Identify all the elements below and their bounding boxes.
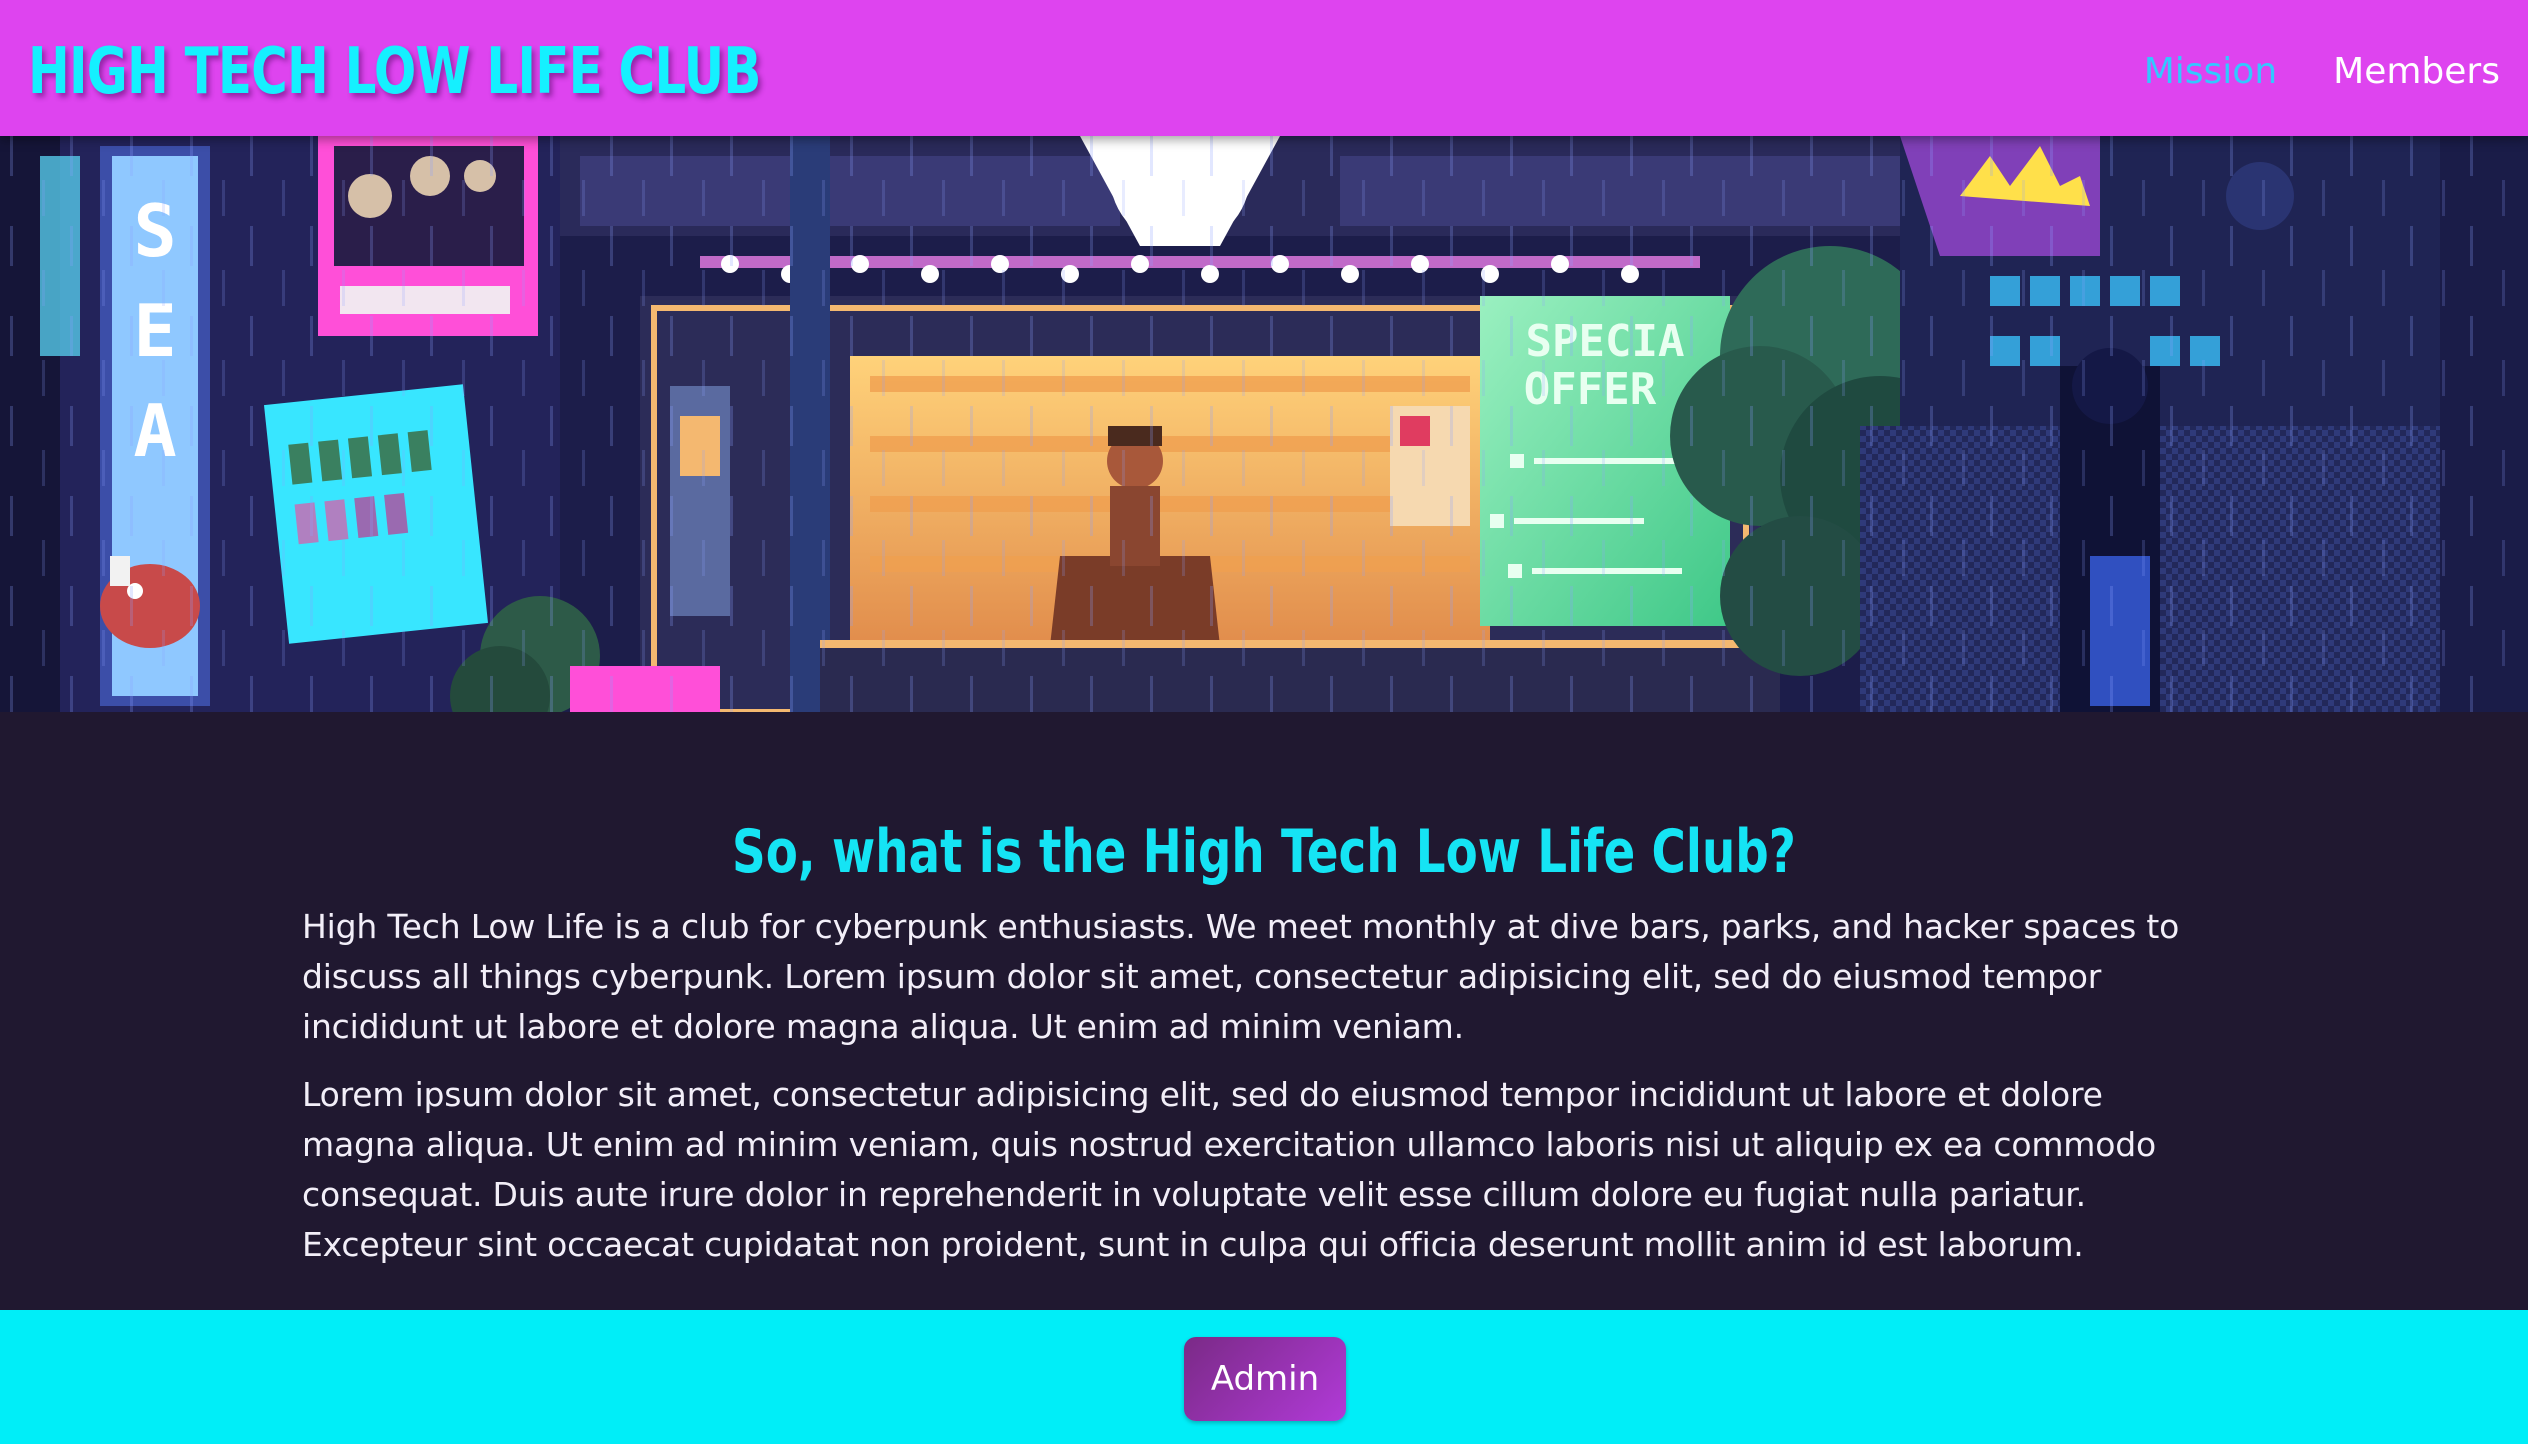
main-nav: Mission Members [2144,44,2500,100]
body-paragraph: Lorem ipsum dolor sit amet, consectetur … [302,1075,2156,1264]
site-title[interactable]: HIGH TECH LOW LIFE CLUB [28,24,761,120]
site-header: HIGH TECH LOW LIFE CLUB Mission Members [0,0,2528,136]
section-heading-text: So, what is the High Tech Low Life Club? [732,817,1796,887]
nav-link-mission[interactable]: Mission [2144,44,2277,100]
hero-image: S E A [0,136,2528,712]
main-content: So, what is the High Tech Low Life Club?… [0,712,2528,1310]
nav-link-members[interactable]: Members [2333,44,2500,100]
cyberpunk-street-scene: S E A [0,136,2528,712]
section-heading: So, what is the High Tech Low Life Club? [0,812,2528,892]
intro-paragraph: High Tech Low Life is a club for cyberpu… [302,907,2180,1046]
site-footer: Admin [0,1310,2528,1444]
admin-button[interactable]: Admin [1184,1337,1346,1421]
